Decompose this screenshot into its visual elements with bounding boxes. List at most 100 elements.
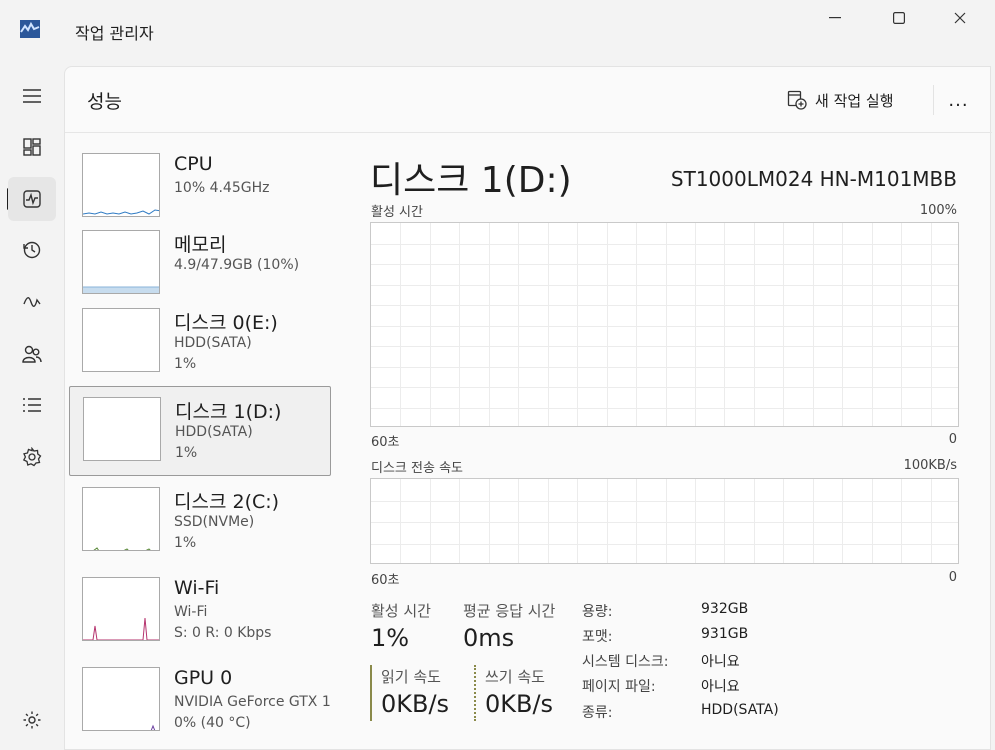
page-header: 성능 새 작업 실행 ... (65, 67, 992, 133)
task-manager-window: 작업 관리자 성능 새 작업 실행 ... CPU 10% 4.45GHz 메모… (0, 0, 995, 750)
memory-thumbnail-graph (82, 230, 160, 294)
device-usage: S: 0 R: 0 Kbps (174, 625, 272, 641)
title-bar: 작업 관리자 (0, 0, 995, 62)
nav-processes[interactable] (8, 125, 56, 169)
write-speed-label: 쓰기 속도 (485, 668, 545, 686)
minimize-icon (829, 17, 841, 19)
avg-response-value: 0ms (463, 624, 515, 652)
device-gpu-0[interactable]: GPU 0 NVIDIA GeForce GTX 1 0% (40 °C) (69, 657, 331, 747)
property-value: 932GB (701, 601, 749, 617)
navigation-rail (0, 70, 64, 750)
disk2-thumbnail-graph (82, 487, 160, 551)
disk1-thumbnail-graph (83, 397, 161, 461)
device-disk-0[interactable]: 디스크 0(E:) HDD(SATA) 1% (69, 298, 331, 388)
read-speed-marker (370, 665, 372, 721)
device-name: CPU (174, 153, 213, 175)
device-detail: NVIDIA GeForce GTX 1 (174, 694, 331, 710)
maximize-icon (893, 12, 905, 24)
write-speed-value: 0KB/s (485, 690, 554, 718)
device-usage: 1% (175, 445, 198, 461)
property-value: 아니요 (701, 654, 740, 670)
property-value: HDD(SATA) (701, 702, 779, 718)
settings-icon (23, 711, 41, 729)
transfer-rate-graph (370, 478, 959, 564)
active-time-value: 1% (371, 624, 410, 652)
read-speed-label: 읽기 속도 (381, 668, 441, 686)
read-speed-value: 0KB/s (381, 690, 450, 718)
avg-response-label: 평균 응답 시간 (463, 602, 556, 620)
disk-title: 디스크 1(D:) (370, 160, 572, 201)
device-memory[interactable]: 메모리 4.9/47.9GB (10%) (69, 220, 331, 310)
more-options-button[interactable]: ... (933, 85, 983, 115)
nav-services[interactable] (8, 435, 56, 479)
nav-users[interactable] (8, 332, 56, 376)
device-detail: SSD(NVMe) (174, 514, 255, 530)
nav-settings[interactable] (8, 698, 56, 742)
property-key: 포맷: (582, 629, 613, 645)
active-time-graph-x-left: 60초 (371, 435, 400, 450)
task-manager-app-icon (20, 20, 40, 38)
device-name: 메모리 (174, 234, 227, 256)
run-task-icon (787, 90, 807, 110)
wifi-thumbnail-graph (82, 577, 160, 641)
cpu-thumbnail-graph (82, 153, 160, 217)
nav-performance[interactable] (8, 177, 56, 221)
nav-details[interactable] (8, 383, 56, 427)
transfer-rate-graph-x-right: 0 (948, 570, 957, 585)
device-detail: 4.9/47.9GB (10%) (174, 257, 300, 273)
transfer-rate-graph-max: 100KB/s (903, 458, 957, 473)
device-wifi[interactable]: Wi-Fi Wi-Fi S: 0 R: 0 Kbps (69, 567, 331, 657)
nav-menu-button[interactable] (8, 74, 56, 118)
nav-startup-apps[interactable] (8, 280, 56, 324)
performance-icon (23, 190, 41, 208)
device-name: GPU 0 (174, 667, 233, 689)
maximize-button[interactable] (876, 6, 922, 30)
device-usage: 0% (40 °C) (174, 715, 251, 731)
run-task-label: 새 작업 실행 (815, 91, 894, 110)
device-name: 디스크 1(D:) (175, 401, 282, 423)
active-time-graph-x-right: 0 (948, 432, 957, 447)
disk-model: ST1000LM024 HN-M101MBB (670, 167, 957, 191)
active-time-graph-max: 100% (919, 203, 957, 218)
startup-apps-icon (23, 297, 41, 307)
app-history-icon (23, 241, 41, 259)
services-icon (22, 447, 42, 467)
device-name: 디스크 2(C:) (174, 491, 280, 513)
details-icon (23, 398, 41, 412)
device-name: Wi-Fi (174, 577, 220, 599)
nav-app-history[interactable] (8, 228, 56, 272)
run-new-task-button[interactable]: 새 작업 실행 (787, 85, 894, 115)
property-key: 용량: (582, 604, 613, 620)
property-key: 페이지 파일: (582, 679, 656, 695)
property-value: 아니요 (701, 679, 740, 695)
device-disk-2[interactable]: 디스크 2(C:) SSD(NVMe) 1% (69, 477, 331, 567)
transfer-rate-graph-label: 디스크 전송 속도 (371, 461, 463, 476)
page-title: 성능 (87, 91, 122, 113)
device-detail: HDD(SATA) (175, 424, 253, 440)
minimize-button[interactable] (812, 6, 858, 30)
more-icon: ... (948, 89, 969, 111)
users-icon (22, 345, 42, 363)
device-name: 디스크 0(E:) (174, 312, 278, 334)
device-disk-1-selected[interactable]: 디스크 1(D:) HDD(SATA) 1% (69, 386, 331, 476)
active-time-graph (370, 222, 959, 427)
menu-icon (23, 89, 41, 103)
device-detail: HDD(SATA) (174, 335, 252, 351)
disk0-thumbnail-graph (82, 308, 160, 372)
active-time-label: 활성 시간 (371, 602, 431, 620)
device-usage: 1% (174, 535, 197, 551)
content-panel: 성능 새 작업 실행 ... CPU 10% 4.45GHz 메모리 4.9/4… (64, 66, 992, 750)
device-detail: Wi-Fi (174, 604, 208, 620)
close-button[interactable] (937, 6, 983, 30)
transfer-rate-graph-x-left: 60초 (371, 573, 400, 588)
property-key: 시스템 디스크: (582, 654, 669, 670)
close-icon (954, 12, 966, 24)
gpu-thumbnail-graph (82, 667, 160, 731)
window-title: 작업 관리자 (75, 24, 154, 43)
property-key: 종류: (582, 705, 613, 721)
device-usage: 1% (174, 356, 197, 372)
processes-icon (23, 138, 41, 156)
property-value: 931GB (701, 626, 749, 642)
active-time-graph-label: 활성 시간 (371, 205, 423, 220)
write-speed-marker (474, 665, 476, 721)
